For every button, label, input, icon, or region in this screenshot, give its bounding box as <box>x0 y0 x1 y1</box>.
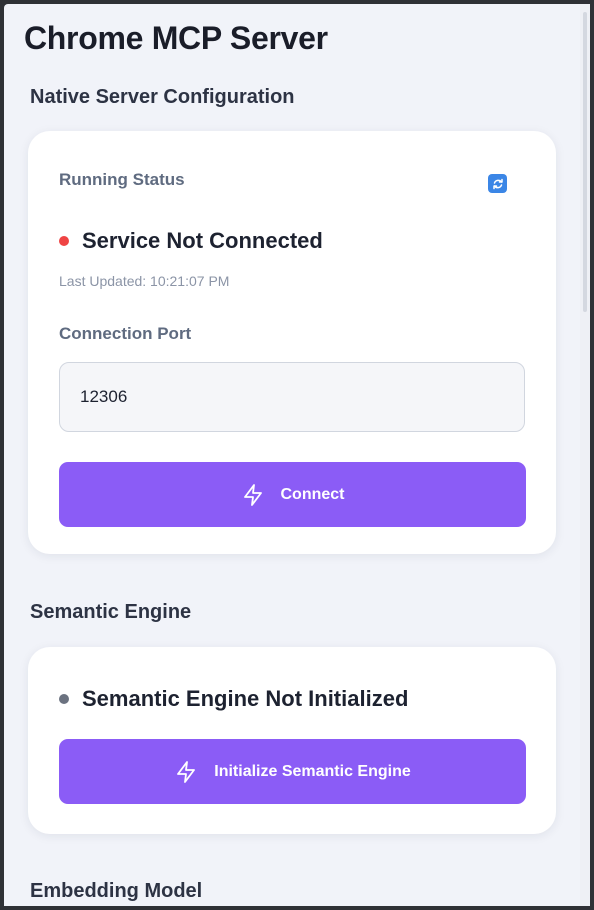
lightning-bolt-icon <box>241 483 265 507</box>
refresh-icon <box>492 178 503 189</box>
connection-port-label: Connection Port <box>59 324 192 343</box>
initialize-semantic-engine-button[interactable]: Initialize Semantic Engine <box>59 739 526 804</box>
app-title: Chrome MCP Server <box>24 20 328 56</box>
semantic-engine-card: Semantic Engine Not Initialized Initiali… <box>28 647 556 834</box>
initialize-semantic-engine-label: Initialize Semantic Engine <box>214 762 411 780</box>
connect-button[interactable]: Connect <box>59 462 526 527</box>
native-server-card: Running Status Service Not Connected Las… <box>28 131 556 554</box>
status-dot <box>59 694 69 704</box>
status-dot <box>59 236 69 246</box>
connection-port-input[interactable] <box>59 362 525 432</box>
vertical-scrollbar[interactable] <box>580 4 590 906</box>
window-frame: Chrome MCP Server Native Server Configur… <box>0 0 594 910</box>
service-status: Service Not Connected <box>59 228 323 254</box>
embedding-model-section-title: Embedding Model <box>30 880 203 902</box>
connect-button-label: Connect <box>280 485 345 503</box>
last-updated-text: Last Updated: 10:21:07 PM <box>59 273 230 289</box>
semantic-engine-section-title: Semantic Engine <box>30 601 192 623</box>
semantic-engine-status: Semantic Engine Not Initialized <box>59 686 408 712</box>
native-server-section-title: Native Server Configuration <box>30 86 295 108</box>
refresh-status-button[interactable] <box>488 174 507 193</box>
semantic-engine-status-text: Semantic Engine Not Initialized <box>82 686 409 711</box>
service-status-text: Service Not Connected <box>82 228 323 253</box>
running-status-label: Running Status <box>59 170 185 189</box>
scrollbar-thumb[interactable] <box>583 12 587 312</box>
lightning-bolt-icon <box>174 760 198 784</box>
popup-panel: Chrome MCP Server Native Server Configur… <box>4 4 580 906</box>
